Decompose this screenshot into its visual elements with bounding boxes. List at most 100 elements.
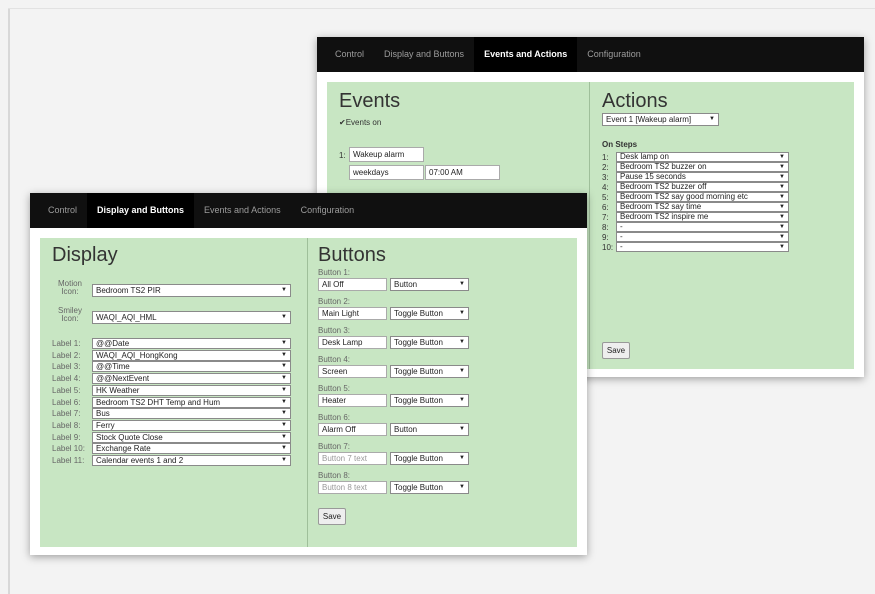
button-text-input[interactable]: Main Light — [318, 307, 387, 320]
button-text-input[interactable]: Button 8 text — [318, 481, 387, 494]
chevron-down-icon: ▼ — [779, 234, 785, 240]
step-select[interactable]: Bedroom TS2 say good morning etc ▼ — [616, 192, 789, 202]
on-steps-label: On Steps — [602, 140, 638, 149]
button-label: Button 6: — [318, 413, 351, 422]
tab-control[interactable]: Control — [38, 193, 87, 228]
display-label-select[interactable]: Exchange Rate ▼ — [92, 443, 291, 455]
button-type-select[interactable]: Button ▼ — [390, 278, 469, 291]
button-label: Button 8: — [318, 471, 351, 480]
display-label-select-value: Ferry — [96, 420, 115, 430]
step-number: 3: — [602, 173, 609, 182]
chevron-down-icon: ▼ — [281, 314, 287, 320]
tab-configuration[interactable]: Configuration — [291, 193, 365, 228]
display-label-name: Label 2: — [52, 350, 81, 360]
chevron-down-icon: ▼ — [459, 339, 465, 345]
display-label-select[interactable]: @@Date ▼ — [92, 338, 291, 349]
tab-configuration[interactable]: Configuration — [577, 37, 651, 72]
button-type-select-value: Toggle Button — [394, 396, 443, 405]
step-select[interactable]: - ▼ — [616, 222, 789, 232]
step-select-value: - — [620, 232, 623, 241]
chevron-down-icon: ▼ — [779, 224, 785, 230]
chevron-down-icon: ▼ — [459, 310, 465, 316]
step-number: 4: — [602, 183, 609, 192]
step-number: 5: — [602, 193, 609, 202]
event-time-input[interactable]: 07:00 AM — [425, 165, 500, 180]
save-button[interactable]: Save — [602, 342, 630, 359]
button-label: Button 4: — [318, 355, 351, 364]
display-label-select[interactable]: Stock Quote Close ▼ — [92, 431, 291, 443]
event-days-input[interactable]: weekdays — [349, 165, 424, 180]
display-label-select[interactable]: @@NextEvent ▼ — [92, 373, 291, 385]
tab-display-buttons[interactable]: Display and Buttons — [374, 37, 474, 72]
chevron-down-icon: ▼ — [779, 214, 785, 220]
step-select[interactable]: Bedroom TS2 inspire me ▼ — [616, 212, 789, 222]
chevron-down-icon: ▼ — [459, 397, 465, 403]
smiley-icon-select[interactable]: WAQI_AQI_HML ▼ — [92, 311, 291, 324]
step-select[interactable]: - ▼ — [616, 242, 789, 252]
chevron-down-icon: ▼ — [281, 410, 287, 417]
display-label-name: Label 3: — [52, 362, 81, 372]
step-select[interactable]: Bedroom TS2 say time ▼ — [616, 202, 789, 212]
step-select[interactable]: Bedroom TS2 buzzer off ▼ — [616, 182, 789, 192]
display-label-select[interactable]: WAQI_AQI_HongKong ▼ — [92, 349, 291, 361]
display-label-select[interactable]: Bus ▼ — [92, 408, 291, 420]
step-number: 1: — [602, 153, 609, 162]
button-type-select-value: Toggle Button — [394, 367, 443, 376]
chevron-down-icon: ▼ — [281, 445, 287, 452]
chevron-down-icon: ▼ — [779, 164, 785, 170]
display-label-name: Label 6: — [52, 397, 81, 407]
button-text-input[interactable]: Button 7 text — [318, 452, 387, 465]
button-type-select[interactable]: Toggle Button ▼ — [390, 481, 469, 494]
tab-display-buttons[interactable]: Display and Buttons — [87, 193, 195, 228]
chevron-down-icon: ▼ — [281, 340, 287, 346]
step-select[interactable]: Pause 15 seconds ▼ — [616, 172, 789, 182]
event-select[interactable]: Event 1 [Wakeup alarm] ▼ — [602, 113, 719, 126]
button-type-select[interactable]: Toggle Button ▼ — [390, 307, 469, 320]
button-type-select[interactable]: Toggle Button ▼ — [390, 394, 469, 407]
motion-icon-select[interactable]: Bedroom TS2 PIR ▼ — [92, 284, 291, 297]
chevron-down-icon: ▼ — [281, 287, 287, 293]
step-select[interactable]: Desk lamp on ▼ — [616, 152, 789, 162]
actions-title: Actions — [602, 90, 668, 112]
save-button[interactable]: Save — [318, 508, 346, 525]
display-label-select[interactable]: Calendar events 1 and 2 ▼ — [92, 455, 291, 466]
display-label-name: Label 1: — [52, 339, 81, 348]
display-label-select[interactable]: Bedroom TS2 DHT Temp and Hum ▼ — [92, 396, 291, 408]
tab-events-actions[interactable]: Events and Actions — [474, 37, 578, 72]
step-select-value: Desk lamp on — [620, 152, 669, 161]
button-type-select-value: Toggle Button — [394, 309, 443, 318]
tab-events-actions[interactable]: Events and Actions — [194, 193, 291, 228]
button-text-input[interactable]: Alarm Off — [318, 423, 387, 436]
tab-control[interactable]: Control — [325, 37, 374, 72]
button-text-input[interactable]: All Off — [318, 278, 387, 291]
buttons-column: Buttons Button 1: All Off Button ▼ Button 2:… — [308, 238, 577, 547]
step-select[interactable]: - ▼ — [616, 232, 789, 242]
button-text-input[interactable]: Desk Lamp — [318, 336, 387, 349]
actions-column: Actions Event 1 [Wakeup alarm] ▼ On Steps… — [590, 82, 854, 369]
display-label-select[interactable]: Ferry ▼ — [92, 419, 291, 431]
event-name-input[interactable]: Wakeup alarm — [349, 147, 424, 162]
button-type-select[interactable]: Toggle Button ▼ — [390, 365, 469, 378]
motion-icon-label: Motion Icon: — [57, 279, 82, 296]
step-number: 7: — [602, 213, 609, 222]
button-type-select[interactable]: Toggle Button ▼ — [390, 336, 469, 349]
display-label-select-value: @@NextEvent — [96, 374, 150, 384]
step-select[interactable]: Bedroom TS2 buzzer on ▼ — [616, 162, 789, 172]
chevron-down-icon: ▼ — [459, 426, 465, 432]
step-number: 2: — [602, 163, 609, 172]
chevron-down-icon: ▼ — [281, 351, 287, 358]
chevron-down-icon: ▼ — [779, 204, 785, 210]
display-label-select[interactable]: @@Time ▼ — [92, 361, 291, 373]
display-label-select[interactable]: HK Weather ▼ — [92, 384, 291, 396]
step-select-value: Pause 15 seconds — [620, 172, 686, 181]
button-type-select[interactable]: Toggle Button ▼ — [390, 452, 469, 465]
checkmark-icon: ✔ — [339, 118, 346, 127]
button-text-input[interactable]: Screen — [318, 365, 387, 378]
smiley-icon-value: WAQI_AQI_HML — [96, 313, 157, 322]
events-on-checkbox[interactable]: ✔Events on — [339, 118, 381, 127]
button-text-input[interactable]: Heater — [318, 394, 387, 407]
chevron-down-icon: ▼ — [281, 433, 287, 440]
button-type-select[interactable]: Button ▼ — [390, 423, 469, 436]
display-label-name: Label 5: — [52, 385, 81, 395]
button-type-select-value: Toggle Button — [394, 338, 443, 347]
